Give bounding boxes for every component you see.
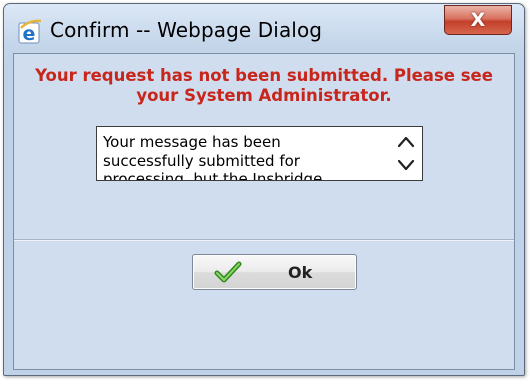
message-line: successfully submitted for <box>103 151 300 170</box>
message-line: Your message has been <box>103 133 281 151</box>
ok-button-label: Ok <box>288 263 313 282</box>
separator <box>14 239 514 241</box>
ok-button[interactable]: Ok <box>192 254 357 290</box>
error-message-line-1: Your request has not been submitted. Ple… <box>35 66 493 85</box>
message-textarea[interactable]: Your message has been successfully submi… <box>96 126 423 181</box>
message-line: processing, but the Insbridge <box>103 170 323 181</box>
ie-icon: e <box>17 18 43 45</box>
message-text: Your message has been successfully submi… <box>103 133 388 181</box>
close-button[interactable]: X <box>444 5 512 35</box>
dialog-body: Your request has not been submitted. Ple… <box>13 53 515 370</box>
checkmark-icon <box>214 260 242 284</box>
dialog-window: e Confirm -- Webpage Dialog X Your reque… <box>3 3 525 376</box>
title-bar[interactable]: e Confirm -- Webpage Dialog X <box>4 4 524 45</box>
error-message: Your request has not been submitted. Ple… <box>14 66 514 106</box>
scroll-down-icon[interactable] <box>396 156 416 174</box>
scroll-up-icon[interactable] <box>396 133 416 151</box>
error-message-line-2: your System Administrator. <box>136 86 392 105</box>
window-title: Confirm -- Webpage Dialog <box>50 18 323 42</box>
